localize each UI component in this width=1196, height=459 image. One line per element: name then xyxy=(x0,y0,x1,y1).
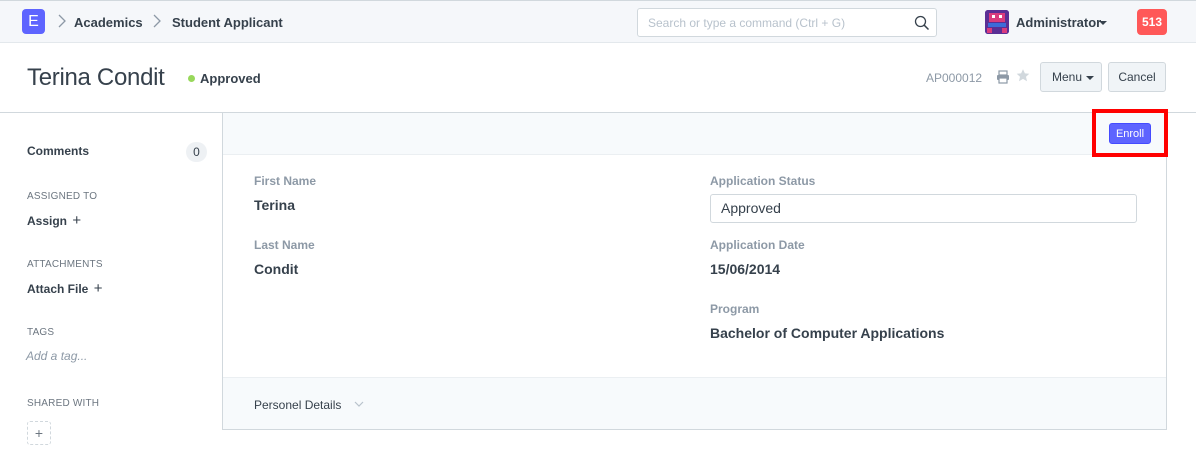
annotation-highlight-box xyxy=(1092,109,1168,157)
app-logo[interactable]: E xyxy=(22,9,45,34)
cancel-button[interactable]: Cancel xyxy=(1108,62,1166,92)
plus-icon: + xyxy=(93,280,103,297)
breadcrumb-academics[interactable]: Academics xyxy=(74,15,143,30)
first-name-label: First Name xyxy=(254,174,317,188)
search-bar xyxy=(637,8,937,37)
status-indicator-dot xyxy=(188,75,195,82)
user-avatar-icon xyxy=(985,10,1009,34)
chevron-right-icon xyxy=(153,14,161,28)
menu-button[interactable]: Menu xyxy=(1040,62,1102,92)
application-date-label: Application Date xyxy=(710,238,805,252)
caret-down-icon[interactable] xyxy=(1099,21,1107,25)
add-tag-input[interactable]: Add a tag... xyxy=(26,349,87,363)
program-value[interactable]: Bachelor of Computer Applications xyxy=(710,325,944,341)
comments-link[interactable]: Comments xyxy=(27,144,89,158)
first-name-value: Terina xyxy=(254,197,295,213)
search-input[interactable] xyxy=(638,9,908,36)
page-head: Terina Condit Approved AP000012 Menu Can… xyxy=(0,43,1196,113)
assign-label: Assign xyxy=(27,214,68,228)
section-title: Personel Details xyxy=(254,398,342,412)
application-status-label: Application Status xyxy=(710,174,816,188)
document-id: AP000012 xyxy=(926,71,983,85)
last-name-label: Last Name xyxy=(254,238,315,252)
attachments-label: ATTACHMENTS xyxy=(27,259,103,270)
menu-button-label: Menu xyxy=(1052,70,1083,84)
application-date-value: 15/06/2014 xyxy=(710,261,781,277)
tags-label: TAGS xyxy=(27,327,55,338)
chevron-right-icon xyxy=(58,14,66,28)
shared-with-label: SHARED WITH xyxy=(27,398,100,409)
status-badge: Approved xyxy=(200,71,261,86)
search-icon[interactable] xyxy=(914,15,930,31)
user-menu-name[interactable]: Administrator xyxy=(1016,15,1101,30)
application-status-field[interactable]: Approved xyxy=(710,194,1137,223)
chevron-down-icon xyxy=(354,401,364,407)
form-toolbar: Enroll xyxy=(223,113,1166,155)
star-icon[interactable] xyxy=(1016,68,1030,83)
share-add-button[interactable]: + xyxy=(27,421,51,445)
navbar: E Academics Student Applicant Administra… xyxy=(0,0,1196,43)
caret-down-icon xyxy=(1086,76,1094,80)
print-icon[interactable] xyxy=(996,70,1010,84)
avatar[interactable] xyxy=(985,10,1009,34)
comments-count-badge: 0 xyxy=(186,142,207,162)
page-title: Terina Condit xyxy=(27,64,165,91)
plus-icon: + xyxy=(72,212,82,229)
assigned-to-label: ASSIGNED TO xyxy=(27,191,98,202)
program-label: Program xyxy=(710,302,760,316)
form-layout: Enroll First Name Terina Last Name Condi… xyxy=(222,113,1167,430)
form-sidebar: Comments 0 ASSIGNED TO Assign + ATTACHME… xyxy=(0,113,222,459)
last-name-value: Condit xyxy=(254,261,299,277)
plus-icon: + xyxy=(34,425,44,441)
attach-file-link[interactable]: Attach File + xyxy=(27,280,102,297)
breadcrumb-student-applicant[interactable]: Student Applicant xyxy=(172,15,283,30)
section-personel-details[interactable]: Personel Details xyxy=(223,377,1166,429)
notification-badge[interactable]: 513 xyxy=(1137,9,1167,35)
assign-link[interactable]: Assign + xyxy=(27,212,81,229)
attach-file-label: Attach File xyxy=(27,282,89,296)
